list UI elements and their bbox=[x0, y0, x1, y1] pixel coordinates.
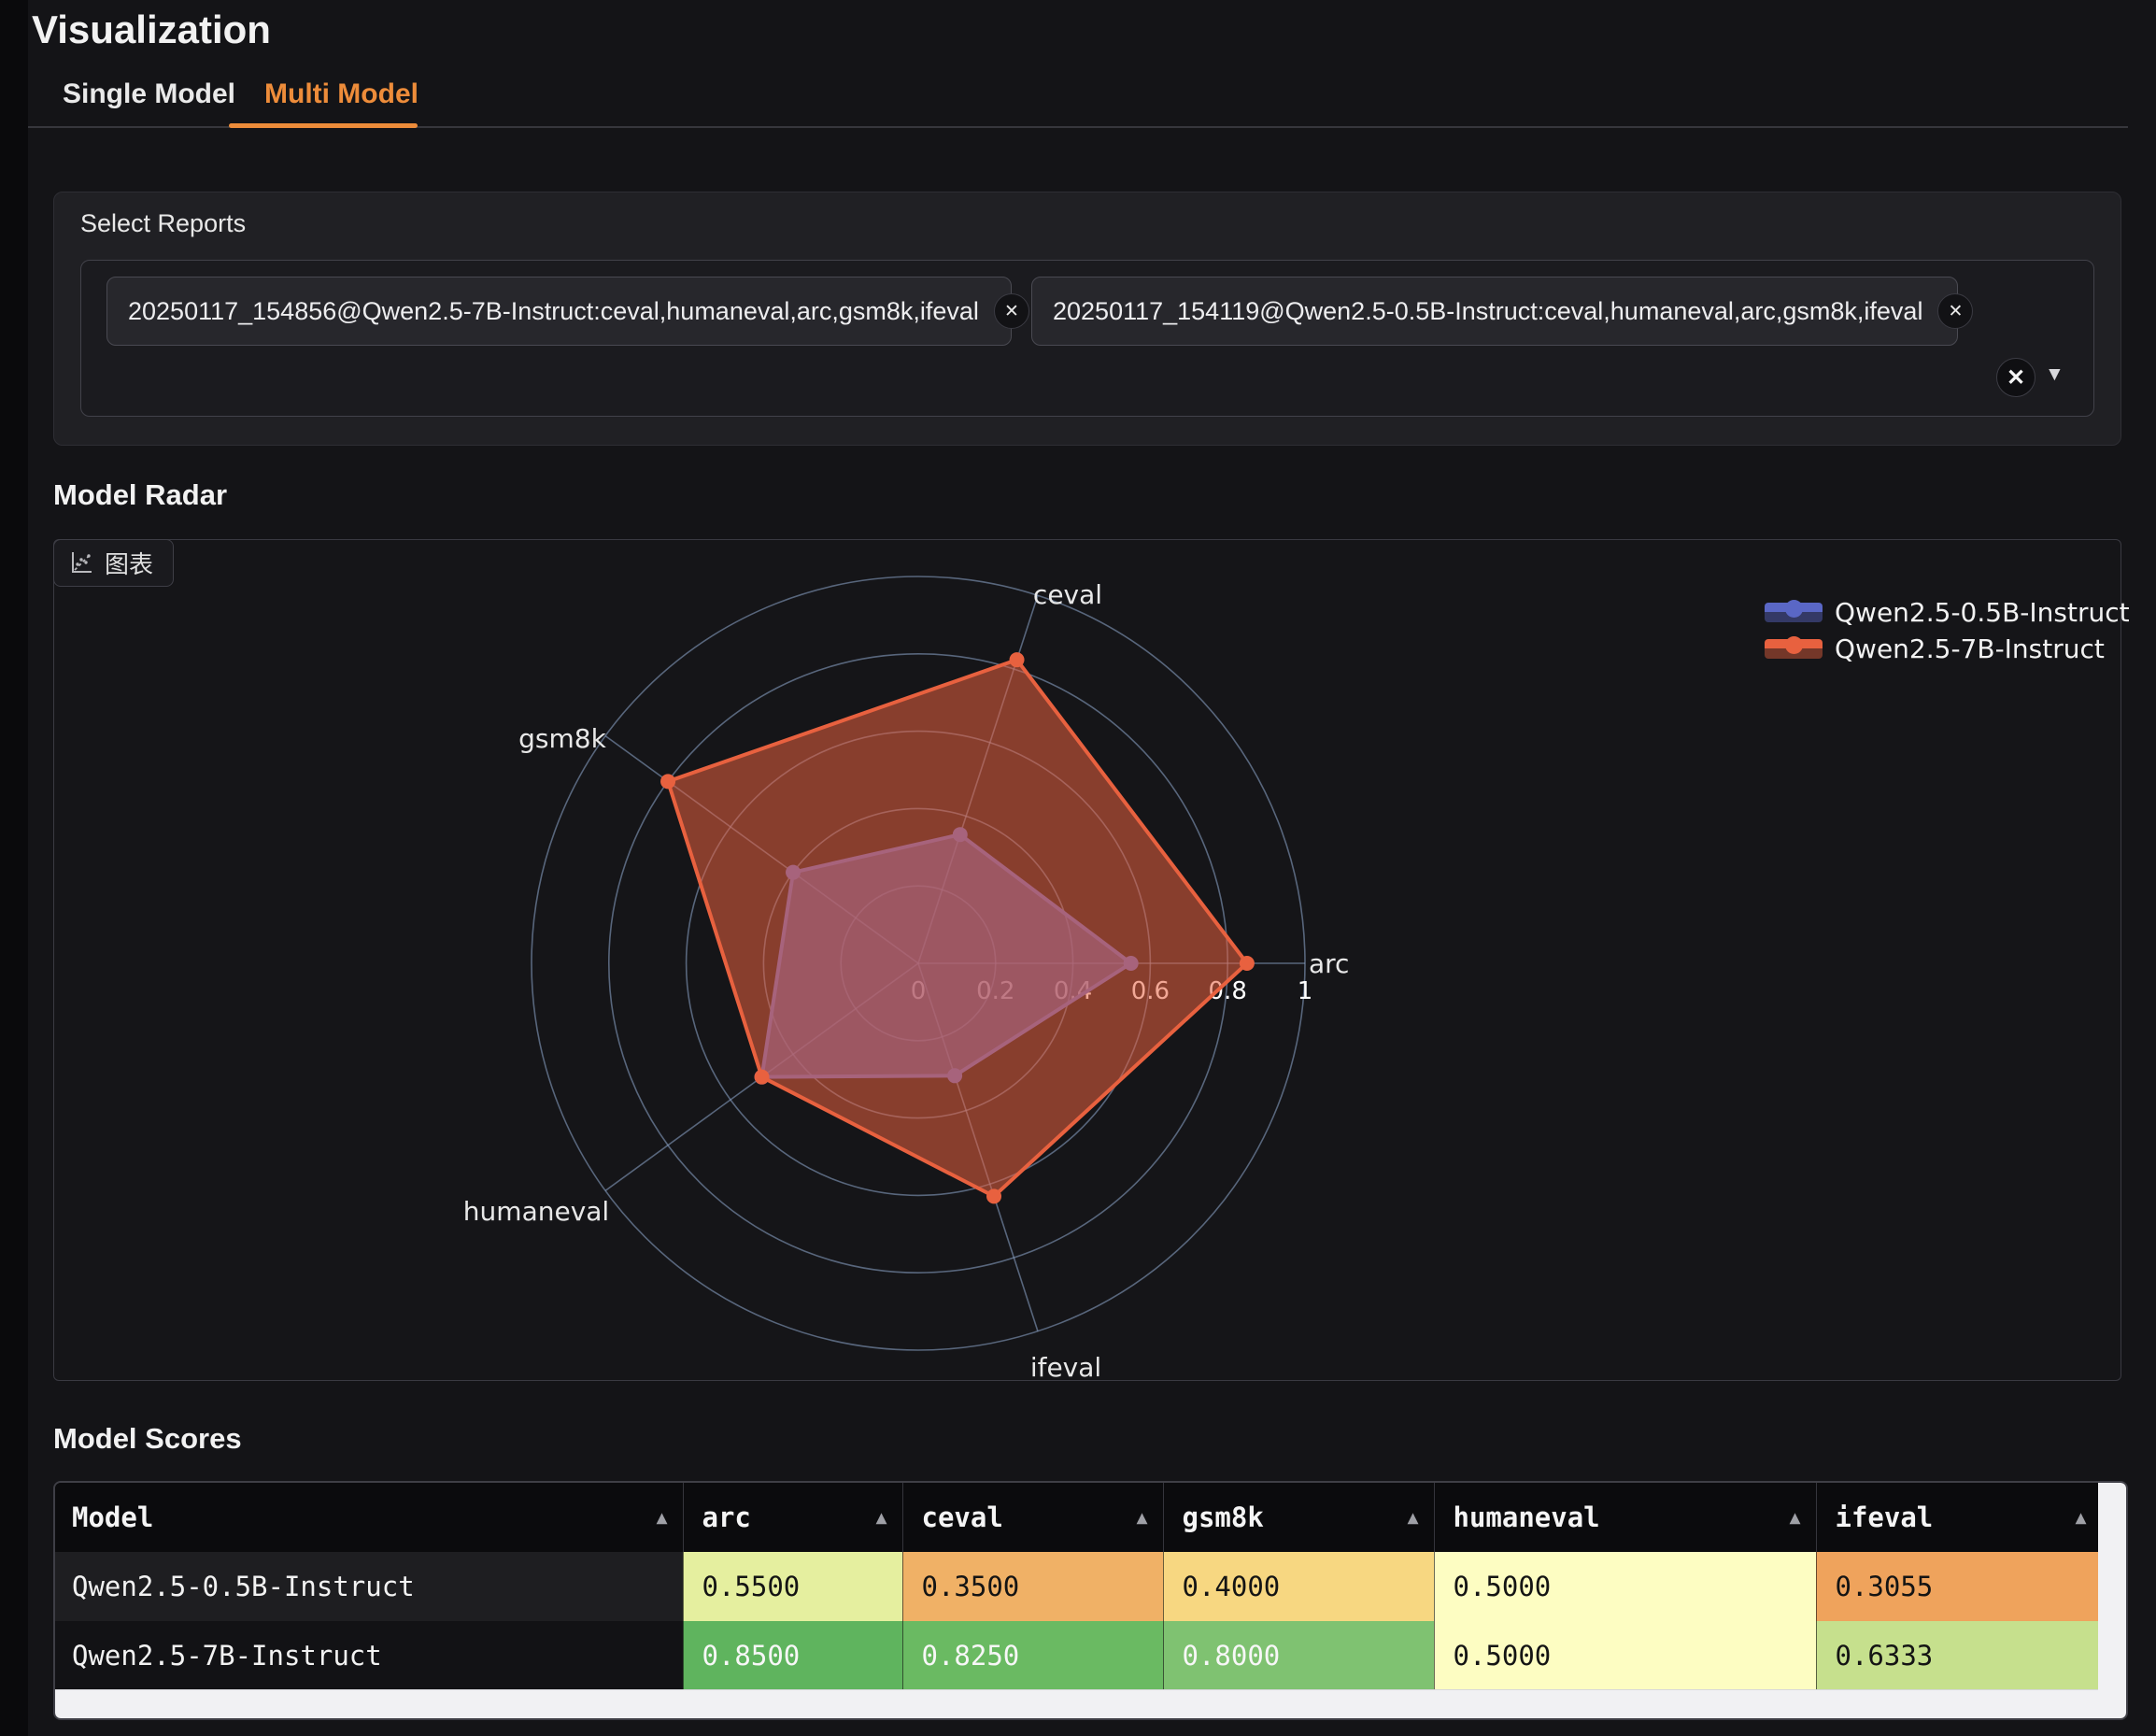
score-cell: 0.4000 bbox=[1163, 1552, 1434, 1621]
radar-axis-label-arc: arc bbox=[1309, 948, 1349, 979]
score-cell: 0.8500 bbox=[683, 1621, 902, 1690]
table-row: Qwen2.5-7B-Instruct0.85000.82500.80000.5… bbox=[55, 1621, 2102, 1690]
radar-series-Qwen2.5-7B-Instruct bbox=[668, 660, 1247, 1196]
active-tab-underline bbox=[229, 123, 418, 128]
legend-line-marker bbox=[1765, 603, 1823, 622]
score-cell: 0.8250 bbox=[902, 1621, 1163, 1690]
legend-item[interactable]: Qwen2.5-0.5B-Instruct bbox=[1765, 594, 2130, 631]
tab-multi-model[interactable]: Multi Model bbox=[264, 78, 418, 110]
radar-axis-label-ceval: ceval bbox=[1033, 579, 1102, 610]
table-horizontal-scrollbar[interactable] bbox=[55, 1689, 2098, 1718]
score-cell: 0.6333 bbox=[1816, 1621, 2102, 1690]
chart-type-tab[interactable]: 图表 bbox=[53, 539, 174, 587]
radar-axis-label-humaneval: humaneval bbox=[463, 1196, 609, 1227]
radar-data-point bbox=[755, 1070, 770, 1085]
model-name-cell: Qwen2.5-0.5B-Instruct bbox=[55, 1552, 683, 1621]
report-chip-label: 20250117_154119@Qwen2.5-0.5B-Instruct:ce… bbox=[1032, 297, 1922, 326]
legend-dot bbox=[1785, 600, 1803, 618]
column-header-label: ifeval bbox=[1836, 1501, 1934, 1533]
column-header-label: humaneval bbox=[1454, 1501, 1600, 1533]
score-cell: 0.5000 bbox=[1434, 1621, 1816, 1690]
column-header-humaneval[interactable]: humaneval ▲ bbox=[1434, 1483, 1816, 1552]
model-scores-table: Model▲arc▲ceval▲gsm8k▲humaneval▲ifeval▲ … bbox=[53, 1481, 2128, 1720]
legend-dot bbox=[1785, 636, 1803, 654]
legend-item[interactable]: Qwen2.5-7B-Instruct bbox=[1765, 631, 2130, 667]
column-header-label: ceval bbox=[922, 1501, 1003, 1533]
column-header-ifeval[interactable]: ifeval ▲ bbox=[1816, 1483, 2102, 1552]
table-row: Qwen2.5-0.5B-Instruct0.55000.35000.40000… bbox=[55, 1552, 2102, 1621]
radar-section-title: Model Radar bbox=[53, 478, 227, 512]
score-cell: 0.8000 bbox=[1163, 1621, 1434, 1690]
remove-chip-button[interactable]: ✕ bbox=[1937, 293, 1973, 329]
column-header-label: Model bbox=[72, 1501, 153, 1533]
select-reports-label: Select Reports bbox=[80, 209, 246, 238]
sort-arrow-icon: ▲ bbox=[656, 1506, 667, 1529]
radar-chart-panel: 图表 00.20.40.60.81arccevalgsm8khumanevali… bbox=[53, 539, 2121, 1381]
column-header-arc[interactable]: arc ▲ bbox=[683, 1483, 902, 1552]
scores-section-title: Model Scores bbox=[53, 1422, 242, 1456]
remove-chip-button[interactable]: ✕ bbox=[994, 293, 1029, 329]
legend-label: Qwen2.5-0.5B-Instruct bbox=[1835, 597, 2130, 628]
model-name-cell: Qwen2.5-7B-Instruct bbox=[55, 1621, 683, 1690]
sort-arrow-icon: ▲ bbox=[2075, 1506, 2086, 1529]
table-header-row: Model ▲ arc ▲ ceval ▲ gsm8k ▲ humaneval ▲ ifeval ▲ bbox=[55, 1483, 2102, 1552]
chart-legend: Qwen2.5-0.5B-Instruct Qwen2.5-7B-Instruct bbox=[1765, 594, 2130, 667]
score-cell: 0.5000 bbox=[1434, 1552, 1816, 1621]
legend-label: Qwen2.5-7B-Instruct bbox=[1835, 633, 2105, 664]
tab-single-model[interactable]: Single Model bbox=[63, 78, 235, 110]
radar-data-point bbox=[1010, 652, 1025, 667]
select-reports-panel: Select Reports 20250117_154856@Qwen2.5-7… bbox=[53, 192, 2121, 446]
sort-arrow-icon: ▲ bbox=[1407, 1506, 1418, 1529]
sort-arrow-icon: ▲ bbox=[1789, 1506, 1800, 1529]
column-header-label: gsm8k bbox=[1183, 1501, 1264, 1533]
radar-tick-label: 1 bbox=[1298, 977, 1313, 1005]
sort-arrow-icon: ▲ bbox=[1136, 1506, 1147, 1529]
scores-table: Model▲arc▲ceval▲gsm8k▲humaneval▲ifeval▲ … bbox=[55, 1483, 2103, 1690]
score-cell: 0.3500 bbox=[902, 1552, 1163, 1621]
column-header-ceval[interactable]: ceval ▲ bbox=[902, 1483, 1163, 1552]
radar-data-point bbox=[660, 774, 675, 789]
report-chip[interactable]: 20250117_154856@Qwen2.5-7B-Instruct:ceva… bbox=[106, 277, 1012, 346]
score-cell: 0.3055 bbox=[1816, 1552, 2102, 1621]
radar-data-point bbox=[986, 1188, 1001, 1203]
app-root: Visualization Single Model Multi Model Se… bbox=[28, 0, 2156, 1736]
dropdown-caret-icon[interactable]: ▼ bbox=[2045, 363, 2064, 386]
page-title: Visualization bbox=[32, 7, 271, 52]
clear-all-icon: ✕ bbox=[2007, 364, 2025, 391]
report-chip-label: 20250117_154856@Qwen2.5-7B-Instruct:ceva… bbox=[107, 297, 979, 326]
column-header-gsm8k[interactable]: gsm8k ▲ bbox=[1163, 1483, 1434, 1552]
reports-multiselect-input[interactable]: 20250117_154856@Qwen2.5-7B-Instruct:ceva… bbox=[80, 260, 2094, 417]
table-vertical-scrollbar[interactable] bbox=[2098, 1483, 2126, 1718]
scatter-chart-icon bbox=[69, 550, 94, 576]
column-header-label: arc bbox=[702, 1501, 751, 1533]
radar-axis-label-gsm8k: gsm8k bbox=[518, 723, 606, 754]
chart-tab-label: 图表 bbox=[105, 546, 153, 580]
radar-data-point bbox=[1240, 956, 1255, 971]
score-cell: 0.5500 bbox=[683, 1552, 902, 1621]
sort-arrow-icon: ▲ bbox=[875, 1506, 887, 1529]
column-header-Model[interactable]: Model ▲ bbox=[55, 1483, 683, 1552]
clear-all-button[interactable]: ✕ bbox=[1996, 358, 2035, 397]
radar-axis-label-ifeval: ifeval bbox=[1030, 1352, 1101, 1380]
report-chip[interactable]: 20250117_154119@Qwen2.5-0.5B-Instruct:ce… bbox=[1031, 277, 1958, 346]
legend-line-marker bbox=[1765, 639, 1823, 659]
